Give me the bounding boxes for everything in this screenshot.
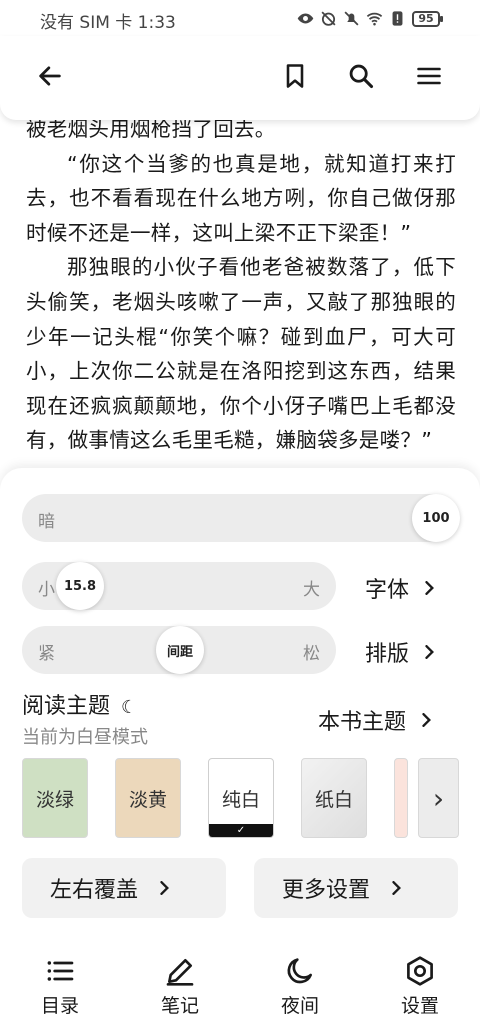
swatch-label: 淡绿	[35, 788, 74, 811]
reader-toolbar	[0, 36, 480, 120]
chevron-right-icon	[425, 645, 434, 659]
brightness-label: 暗	[38, 512, 55, 532]
carrier-time: 没有 SIM 卡 1:33	[40, 13, 176, 33]
eye-icon	[297, 13, 314, 24]
alarm-off-icon	[321, 11, 336, 26]
paragraph: 那独眼的小伙子看他老爸被数落了，低下头偷笑，老烟头咳嗽了一声，又敲了那独眼的少年…	[26, 255, 456, 453]
status-icons: 95	[297, 10, 443, 27]
nav-notes[interactable]: 笔记	[140, 955, 220, 1018]
theme-mode-subtitle: 当前为白昼模式	[22, 727, 148, 748]
bookmark-button[interactable]	[275, 56, 315, 96]
menu-button[interactable]	[409, 56, 449, 96]
spacing-min-label: 紧	[38, 644, 55, 664]
more-settings-button[interactable]: 更多设置	[254, 858, 458, 918]
more-settings-label: 更多设置	[282, 878, 371, 903]
font-size-slider[interactable]: 小 15.8 大	[22, 562, 336, 610]
layout-link-label: 排版	[365, 642, 410, 667]
font-size-min-label: 小	[38, 580, 55, 600]
mute-icon	[344, 11, 359, 26]
reading-content: 被老烟头用烟枪挡了回去。 “你这个当爹的也真是地，就知道打来打去，也不看看现在什…	[26, 112, 456, 458]
swatch-label: 淡黄	[128, 788, 167, 811]
chevron-right-icon	[422, 713, 431, 727]
alert-icon	[392, 11, 403, 26]
font-size-knob[interactable]: 15.8	[56, 562, 104, 610]
theme-swatch-green[interactable]: 淡绿	[22, 758, 88, 838]
wifi-icon	[366, 12, 383, 26]
book-theme-label: 本书主题	[318, 710, 407, 735]
theme-swatch-pink-partial[interactable]	[394, 758, 408, 838]
page-turn-mode-label: 左右覆盖	[50, 878, 139, 903]
font-link-label: 字体	[365, 578, 410, 603]
nav-catalog-label: 目录	[40, 995, 79, 1017]
book-theme-link[interactable]: 本书主题	[318, 704, 434, 736]
font-size-max-label: 大	[303, 580, 320, 600]
back-arrow-icon	[39, 66, 61, 86]
moon-small-icon: ☾	[121, 697, 138, 718]
spacing-slider[interactable]: 紧 间距 松	[22, 626, 336, 674]
font-link[interactable]: 字体	[365, 572, 437, 604]
pencil-icon	[166, 959, 194, 986]
spacing-max-label: 松	[303, 644, 320, 664]
status-bar: 没有 SIM 卡 1:33 95	[0, 0, 480, 36]
battery-icon: 95	[412, 10, 443, 27]
chevron-right-icon: ›	[432, 781, 445, 815]
page-turn-mode-button[interactable]: 左右覆盖	[22, 858, 226, 918]
brightness-slider[interactable]: 暗 100	[22, 494, 460, 542]
chevron-right-icon	[160, 881, 169, 895]
nav-settings-label: 设置	[400, 995, 439, 1017]
nav-night[interactable]: 夜间	[260, 955, 340, 1018]
spacing-knob[interactable]: 间距	[156, 626, 204, 674]
nav-settings[interactable]: 设置	[380, 955, 460, 1018]
list-icon	[47, 961, 74, 981]
reading-theme-label: 阅读主题	[22, 694, 111, 719]
nav-catalog[interactable]: 目录	[20, 955, 100, 1018]
bookmark-icon	[286, 64, 304, 88]
search-icon	[349, 64, 374, 89]
nav-notes-label: 笔记	[160, 995, 199, 1017]
back-button[interactable]	[30, 56, 70, 96]
settings-icon	[407, 956, 433, 986]
chevron-right-icon	[392, 881, 401, 895]
theme-swatch-paper[interactable]: 纸白	[301, 758, 367, 838]
menu-icon	[417, 67, 441, 85]
search-button[interactable]	[341, 56, 381, 96]
theme-swatch-white[interactable]: 纯白 ✓	[208, 758, 274, 838]
nav-night-label: 夜间	[280, 995, 319, 1017]
paragraph: “你这个当爹的也真是地，就知道打来打去，也不看看现在什么地方咧，你自己做伢那时候…	[26, 151, 456, 245]
theme-swatch-yellow[interactable]: 淡黄	[115, 758, 181, 838]
selected-check-icon: ✓	[209, 824, 273, 837]
swatch-label: 纯白	[221, 788, 260, 811]
brightness-knob[interactable]: 100	[412, 494, 460, 542]
swatch-label: 纸白	[314, 788, 353, 811]
layout-link[interactable]: 排版	[365, 636, 437, 668]
chevron-right-icon	[425, 581, 434, 595]
theme-more-button[interactable]: ›	[418, 758, 459, 838]
reading-theme-title: 阅读主题 ☾	[22, 688, 137, 720]
moon-icon	[287, 958, 312, 984]
